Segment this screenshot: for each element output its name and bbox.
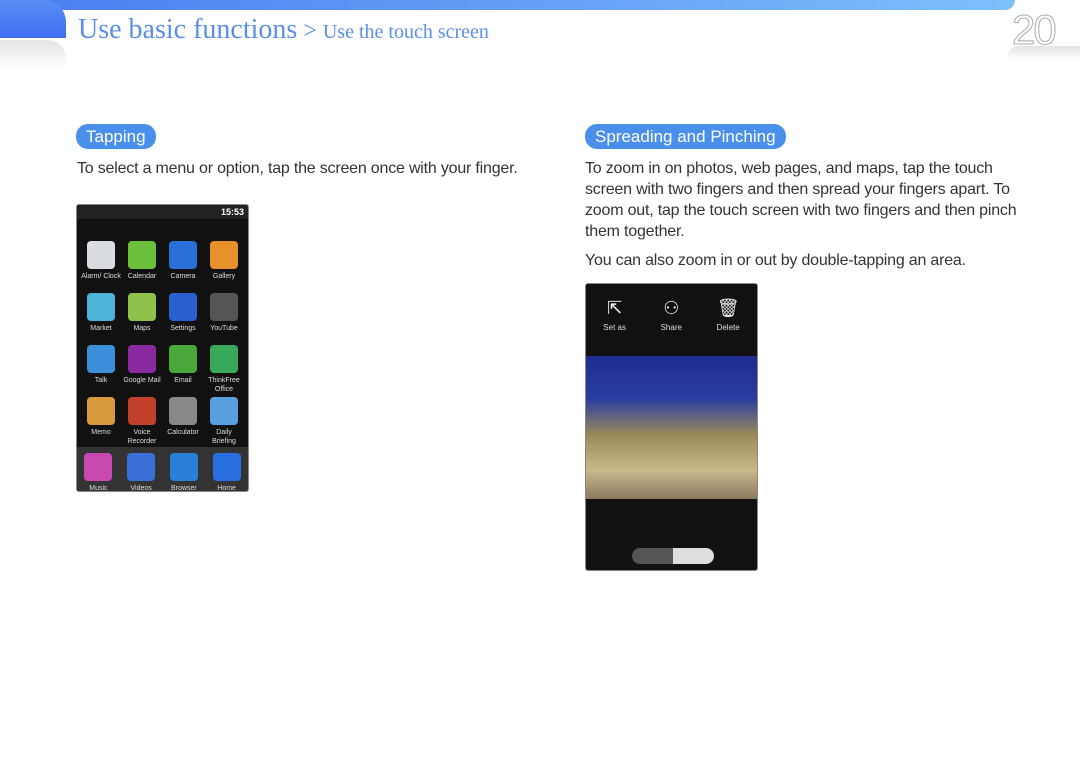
zoom-tip-text: You can also zoom in or out by double-ta… xyxy=(585,252,966,269)
breadcrumb-separator: > xyxy=(303,18,317,44)
app-label: Daily Briefing xyxy=(212,429,236,445)
app-icon xyxy=(169,241,197,269)
app-icon xyxy=(87,241,115,269)
app-icon-item: Browser xyxy=(169,453,198,492)
app-icon-item: Settings xyxy=(163,293,204,339)
app-icon-item: Alarm/ Clock xyxy=(81,241,122,287)
app-icon xyxy=(87,345,115,373)
action-label: Set as xyxy=(603,323,626,332)
app-icon xyxy=(128,397,156,425)
gallery-screen-image: ⇱ Set as ⚇ Share 🗑 Delete xyxy=(585,283,758,571)
app-icon-item: Home xyxy=(212,453,241,492)
action-set-as: ⇱ Set as xyxy=(603,298,626,356)
app-label: Email xyxy=(174,377,192,384)
app-label: Videos xyxy=(130,485,152,492)
app-icon-item: Maps xyxy=(122,293,163,339)
app-icon xyxy=(128,345,156,373)
app-icon-item: Google Mail xyxy=(122,345,163,391)
app-label: Alarm/ Clock xyxy=(81,273,121,280)
app-label: Google Mail xyxy=(123,377,161,384)
app-icon xyxy=(87,293,115,321)
app-grid: Alarm/ Clock Calendar Camera Gallery Market M… xyxy=(77,241,248,445)
header-shadow xyxy=(0,40,66,70)
app-icon-item: Daily Briefing xyxy=(204,397,245,445)
app-icon-item: Memo xyxy=(81,397,122,443)
app-label: Memo xyxy=(91,429,111,436)
app-label: Voice Recorder xyxy=(127,429,157,445)
app-label: Calculator xyxy=(167,429,199,436)
app-label: YouTube xyxy=(210,325,238,332)
set-as-icon: ⇱ xyxy=(607,298,623,318)
app-icon-item: Videos xyxy=(127,453,156,492)
tapping-badge: Tapping xyxy=(76,124,156,149)
app-icon xyxy=(169,453,198,481)
app-icon-item: Gallery xyxy=(204,241,245,287)
gallery-actions: ⇱ Set as ⚇ Share 🗑 Delete xyxy=(586,284,757,356)
app-icon xyxy=(128,241,156,269)
app-icon xyxy=(212,453,241,481)
app-icon xyxy=(127,453,156,481)
action-label: Share xyxy=(660,323,682,332)
app-label: Calendar xyxy=(127,273,157,280)
app-icon xyxy=(169,345,197,373)
app-icon xyxy=(84,453,113,481)
app-label: Maps xyxy=(133,325,151,332)
app-icon xyxy=(210,293,238,321)
spreading-text: To zoom in on photos, web pages, and map… xyxy=(585,160,1017,240)
app-icon xyxy=(169,293,197,321)
spreading-badge: Spreading and Pinching xyxy=(585,124,786,149)
app-icon xyxy=(128,293,156,321)
app-icon xyxy=(87,397,115,425)
app-dock: Music Videos Browser Home xyxy=(77,447,248,491)
app-icon-item: Market xyxy=(81,293,122,339)
zoom-control xyxy=(632,548,714,564)
app-label: Music xyxy=(89,485,108,492)
app-label: Settings xyxy=(170,325,196,332)
section-title: Use basic functions xyxy=(78,14,298,45)
page-number-shadow xyxy=(1008,46,1080,60)
app-icon xyxy=(210,345,238,373)
app-label: Talk xyxy=(94,377,108,384)
header-tab xyxy=(0,0,66,38)
app-icon xyxy=(169,397,197,425)
home-screen-image: 15:53 Alarm/ Clock Calendar Camera Gallery M… xyxy=(76,204,249,492)
tapping-text: To select a menu or option, tap the scre… xyxy=(77,160,518,177)
app-icon-item: Calculator xyxy=(163,397,204,443)
app-icon-item: Camera xyxy=(163,241,204,287)
status-bar: 15:53 xyxy=(77,205,248,219)
app-label: Browser xyxy=(171,485,197,492)
subsection-title: Use the touch screen xyxy=(322,21,489,43)
photo xyxy=(586,356,757,499)
action-delete: 🗑 Delete xyxy=(717,298,740,356)
app-icon-item: YouTube xyxy=(204,293,245,339)
action-label: Delete xyxy=(716,323,740,332)
trash-icon: 🗑 xyxy=(716,298,740,318)
app-icon-item: Voice Recorder xyxy=(122,397,163,445)
app-icon xyxy=(210,241,238,269)
app-icon xyxy=(210,397,238,425)
app-label: Home xyxy=(217,485,236,492)
action-share: ⚇ Share xyxy=(661,298,682,356)
app-label: ThinkFree Office xyxy=(208,377,240,393)
page-title: Use basic functions > Use the touch screen xyxy=(78,14,489,46)
app-label: Camera xyxy=(170,273,196,280)
share-icon: ⚇ xyxy=(663,298,680,318)
app-label: Gallery xyxy=(212,273,236,280)
app-icon-item: Talk xyxy=(81,345,122,391)
app-icon-item: ThinkFree Office xyxy=(204,345,245,393)
app-icon-item: Email xyxy=(163,345,204,391)
header-bar xyxy=(0,0,1015,10)
app-label: Market xyxy=(90,325,112,332)
status-time: 15:53 xyxy=(220,207,244,217)
app-icon-item: Calendar xyxy=(122,241,163,287)
app-icon-item: Music xyxy=(84,453,113,492)
